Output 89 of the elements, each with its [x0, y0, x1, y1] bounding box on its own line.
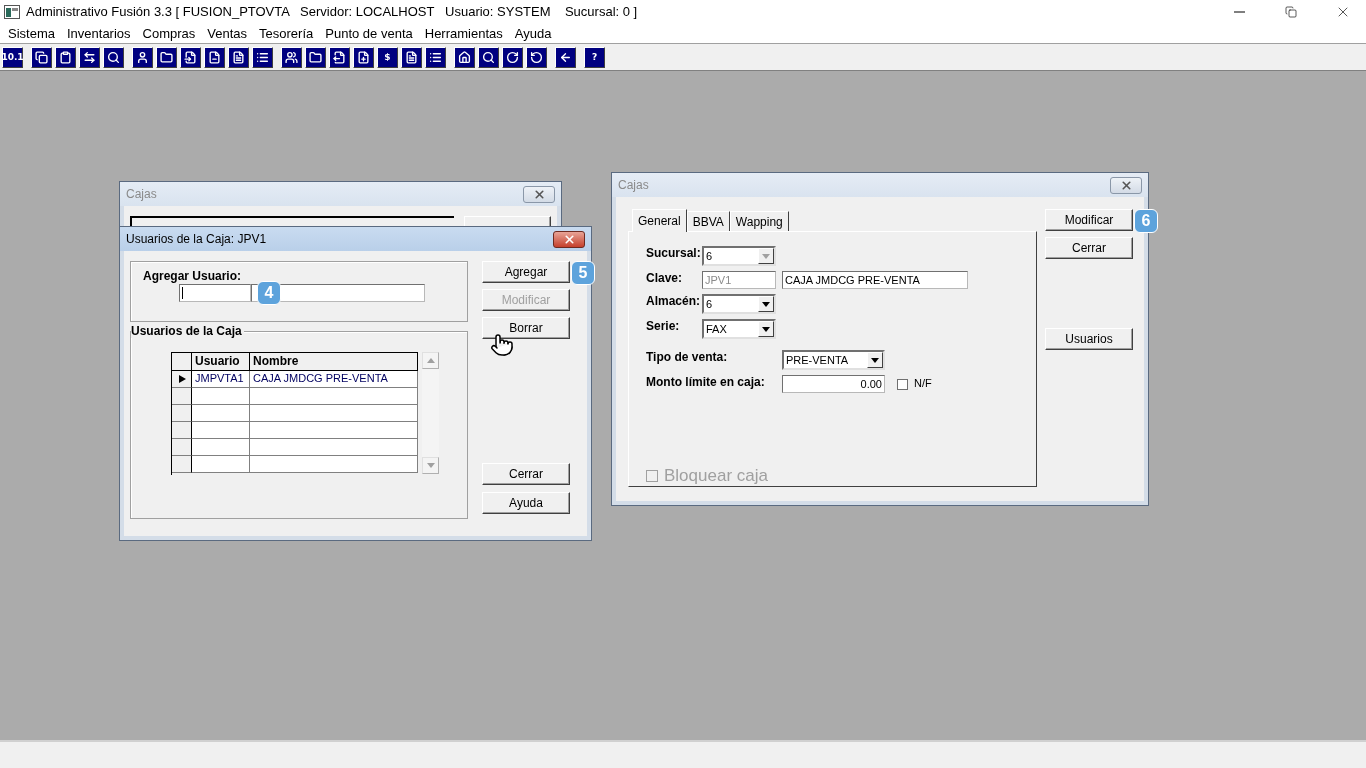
menu-item[interactable]: Ayuda	[508, 25, 558, 41]
table-cell	[192, 422, 250, 439]
menu-item[interactable]: Inventarios	[60, 25, 137, 41]
row-header[interactable]	[172, 456, 192, 473]
search-icon[interactable]	[103, 46, 124, 68]
code-field[interactable]: JPV1	[702, 271, 776, 289]
field-label: Monto límite en caja:	[646, 375, 765, 389]
field-label: Agregar Usuario:	[143, 269, 242, 283]
search-icon[interactable]	[478, 46, 499, 68]
number-badge: 6	[1134, 209, 1158, 233]
tab[interactable]: Wapping	[729, 211, 789, 231]
restore-icon	[1285, 5, 1297, 18]
copy-icon[interactable]	[31, 46, 52, 68]
menu-item[interactable]: Ventas	[201, 25, 254, 41]
number-badge: 5	[571, 261, 595, 285]
clipboard-icon[interactable]	[55, 46, 76, 68]
field-label: Almacén:	[646, 294, 701, 308]
close-icon	[532, 187, 546, 201]
dialog-button[interactable]: Cerrar	[482, 463, 570, 485]
person-icon[interactable]	[132, 46, 153, 68]
folder-icon[interactable]	[305, 46, 326, 68]
close-button[interactable]	[553, 230, 585, 248]
document-icon[interactable]	[401, 46, 422, 68]
people-icon[interactable]	[281, 46, 302, 68]
dialog-title: Cajas	[618, 178, 649, 192]
menu-item[interactable]: Punto de venta	[319, 25, 419, 41]
dropdown[interactable]: PRE-VENTA	[782, 350, 885, 370]
dropdown[interactable]: FAX	[702, 319, 776, 339]
document-minus-icon[interactable]	[204, 46, 225, 68]
hand-cursor-icon	[490, 333, 514, 357]
row-header[interactable]	[172, 371, 192, 388]
close-button[interactable]	[523, 185, 555, 203]
undo-icon[interactable]	[526, 46, 547, 68]
app-icon	[4, 4, 20, 19]
app-title: Administrativo Fusión 3.3 [ FUSION_PTOVTA Servidor: LOCALHOST Usuario: SYSTEM Sucursal: 0 ]	[26, 4, 639, 19]
dropdown-arrow-icon	[871, 357, 879, 363]
checkbox[interactable]	[897, 379, 908, 390]
close-icon	[1119, 178, 1133, 192]
dropdown[interactable]: 6	[702, 294, 776, 314]
folder-icon[interactable]	[156, 46, 177, 68]
row-header[interactable]	[172, 422, 192, 439]
checkbox-label: Bloquear caja	[664, 466, 768, 486]
close-icon	[562, 232, 576, 246]
tab[interactable]: General	[632, 209, 687, 232]
close-button[interactable]	[1110, 176, 1142, 194]
dialog-button[interactable]: Ayuda	[482, 492, 570, 514]
checkbox-label: N/F	[914, 377, 932, 389]
table-cell	[192, 388, 250, 405]
toolbar-button[interactable]: ?	[584, 46, 605, 68]
tab[interactable]: BBVA	[686, 211, 730, 231]
number-badge: 4	[257, 281, 281, 305]
input-field[interactable]	[179, 284, 251, 302]
toolbar-button[interactable]: $	[377, 46, 398, 68]
list-icon[interactable]	[425, 46, 446, 68]
column-header[interactable]: Nombre	[250, 353, 418, 371]
name-field[interactable]: CAJA JMDCG PRE-VENTA	[782, 271, 968, 289]
dialog-button[interactable]: Cerrar	[1045, 237, 1133, 259]
dialog-button[interactable]: Borrar	[482, 317, 570, 339]
menu-item[interactable]: Sistema	[2, 25, 61, 41]
row-header[interactable]	[172, 439, 192, 456]
table-cell	[192, 405, 250, 422]
dialog-title: Cajas	[126, 187, 157, 201]
table-cell: JMPVTA1	[192, 371, 250, 388]
minimize-icon	[1233, 10, 1245, 13]
dialog-title: Usuarios de la Caja: JPV1	[126, 232, 267, 246]
field-label: Tipo de venta:	[646, 350, 728, 364]
document-plus-icon[interactable]	[353, 46, 374, 68]
swap-arrows-icon[interactable]	[79, 46, 100, 68]
row-header[interactable]	[172, 405, 192, 422]
field-label: Serie:	[646, 319, 680, 333]
column-header[interactable]: Usuario	[192, 353, 250, 371]
arrow-left-icon[interactable]	[555, 46, 576, 68]
menu-item[interactable]: Herramientas	[418, 25, 509, 41]
redo-icon[interactable]	[502, 46, 523, 68]
menu-item[interactable]: Compras	[136, 25, 202, 41]
table-cell	[192, 439, 250, 456]
home-icon[interactable]	[454, 46, 475, 68]
group-title: Usuarios de la Caja	[131, 324, 244, 338]
list-icon[interactable]	[252, 46, 273, 68]
table-cell	[192, 456, 250, 473]
dialog-button[interactable]: Usuarios	[1045, 328, 1133, 350]
row-header[interactable]	[172, 388, 192, 405]
document-icon[interactable]	[228, 46, 249, 68]
amount-field[interactable]: 0.00	[782, 375, 885, 393]
toolbar-button[interactable]: 10.1	[2, 46, 23, 68]
field-label: Clave:	[646, 271, 683, 285]
field-label: Sucursal:	[646, 246, 701, 260]
table-cell: CAJA JMDCG PRE-VENTA	[250, 371, 418, 388]
menu-item[interactable]: Tesorería	[253, 25, 320, 41]
